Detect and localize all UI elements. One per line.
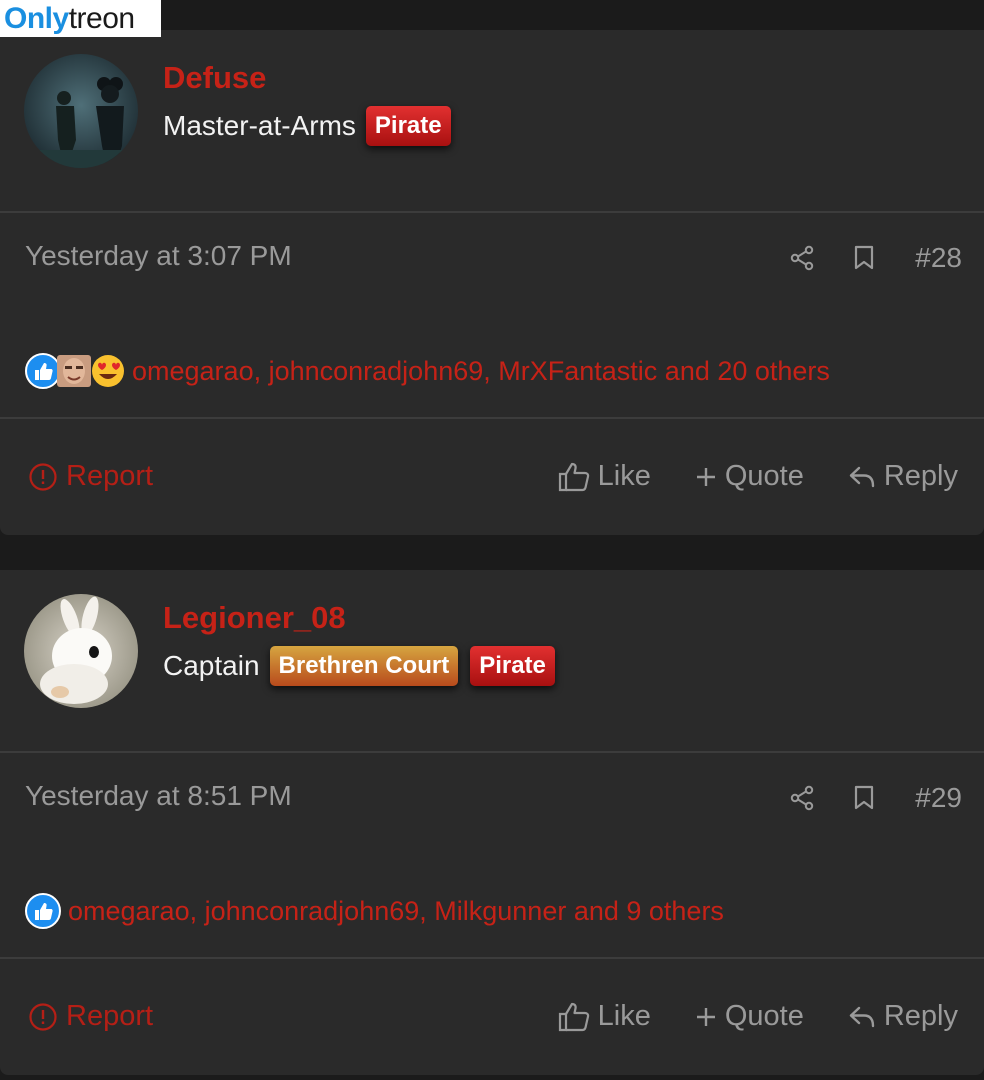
- reply-arrow-icon: [849, 466, 875, 487]
- avatar[interactable]: [24, 594, 138, 708]
- report-label: Report: [66, 1000, 154, 1032]
- reply-button[interactable]: Reply: [848, 460, 958, 493]
- post-timestamp[interactable]: Yesterday at 8:51 PM: [25, 780, 292, 812]
- reply-button[interactable]: Reply: [848, 1000, 958, 1033]
- reaction-icons: [24, 892, 62, 930]
- post-card: Legioner_08 Captain Brethren Court Pirat…: [0, 570, 984, 1075]
- post-meta-actions: #28: [789, 242, 962, 274]
- post-number-link[interactable]: #29: [915, 782, 962, 814]
- post-meta-actions: #29: [789, 782, 962, 814]
- post-actions: Like Quote Reply: [514, 460, 958, 493]
- divider: [0, 211, 984, 213]
- quote-button[interactable]: Quote: [695, 460, 804, 493]
- bookmark-icon[interactable]: [853, 785, 875, 811]
- warning-circle-icon: [29, 1002, 57, 1031]
- like-button[interactable]: Like: [558, 1000, 651, 1033]
- heart-eyes-emoji: [92, 355, 124, 387]
- reply-label: Reply: [883, 1000, 958, 1032]
- watermark-part-1: Only: [4, 2, 69, 35]
- reactions-summary[interactable]: omegarao, johnconradjohn69, MrXFantastic…: [24, 352, 830, 390]
- badge-brethren-court: Brethren Court: [269, 646, 459, 686]
- post-number-link[interactable]: #28: [915, 242, 962, 274]
- watermark-logo: Onlytreon: [0, 0, 161, 37]
- plus-icon: [696, 1007, 715, 1026]
- like-reaction-icon: [25, 893, 61, 929]
- user-title-row: Master-at-Arms Pirate: [163, 106, 463, 146]
- user-title-row: Captain Brethren Court Pirate: [163, 646, 567, 686]
- divider: [0, 957, 984, 959]
- badge-pirate: Pirate: [365, 106, 451, 146]
- share-icon[interactable]: [789, 785, 815, 811]
- username[interactable]: Legioner_08: [163, 600, 346, 636]
- quote-button[interactable]: Quote: [695, 1000, 804, 1033]
- avatar-image: [24, 594, 138, 708]
- like-label: Like: [597, 1000, 651, 1032]
- divider: [0, 751, 984, 753]
- user-rank: Captain: [163, 650, 260, 681]
- quote-label: Quote: [724, 460, 804, 492]
- reply-label: Reply: [883, 460, 958, 492]
- share-icon[interactable]: [789, 245, 815, 271]
- like-label: Like: [597, 460, 651, 492]
- reactions-summary[interactable]: omegarao, johnconradjohn69, Milkgunner a…: [24, 892, 724, 930]
- report-button[interactable]: Report: [28, 1000, 153, 1033]
- reaction-users-text[interactable]: omegarao, johnconradjohn69, Milkgunner a…: [68, 896, 724, 927]
- reaction-icons: [24, 352, 126, 390]
- reply-arrow-icon: [849, 1006, 875, 1027]
- report-button[interactable]: Report: [28, 460, 153, 493]
- username[interactable]: Defuse: [163, 60, 266, 96]
- plus-icon: [696, 467, 715, 486]
- post-timestamp[interactable]: Yesterday at 3:07 PM: [25, 240, 292, 272]
- bookmark-icon[interactable]: [853, 245, 875, 271]
- thumbs-up-icon: [558, 1002, 589, 1031]
- post-card: Defuse Master-at-Arms Pirate Yesterday a…: [0, 30, 984, 535]
- badge-pirate: Pirate: [470, 646, 555, 686]
- reaction-users-text[interactable]: omegarao, johnconradjohn69, MrXFantastic…: [132, 356, 830, 387]
- quote-label: Quote: [724, 1000, 804, 1032]
- avatar-image: [24, 54, 138, 168]
- thumbs-up-icon: [558, 462, 589, 491]
- like-button[interactable]: Like: [558, 460, 651, 493]
- divider: [0, 417, 984, 419]
- post-actions: Like Quote Reply: [514, 1000, 958, 1033]
- face-avatar: [57, 355, 91, 387]
- avatar[interactable]: [24, 54, 138, 168]
- user-rank: Master-at-Arms: [163, 110, 356, 141]
- warning-circle-icon: [29, 462, 57, 491]
- report-label: Report: [66, 460, 154, 492]
- watermark-part-2: treon: [68, 2, 135, 35]
